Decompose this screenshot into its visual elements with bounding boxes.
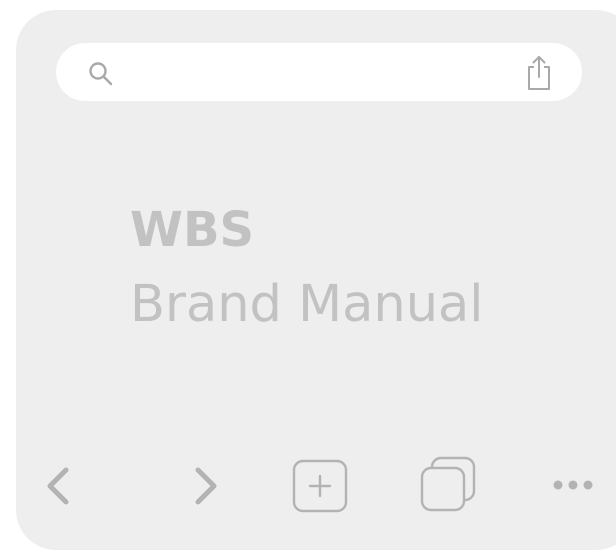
chevron-left-icon <box>47 467 69 505</box>
tabs-icon <box>420 456 476 512</box>
address-bar[interactable] <box>56 43 582 101</box>
plus-square-icon <box>292 459 348 513</box>
more-button[interactable] <box>548 470 602 500</box>
back-button[interactable] <box>40 458 76 514</box>
tabs-button[interactable] <box>418 454 480 514</box>
new-tab-button[interactable] <box>290 458 350 514</box>
forward-button[interactable] <box>188 458 224 514</box>
chevron-right-icon <box>195 467 217 505</box>
more-icon <box>553 480 593 490</box>
share-icon[interactable] <box>524 53 554 93</box>
search-icon[interactable] <box>86 59 116 89</box>
page-subtitle: Brand Manual <box>130 275 484 334</box>
page-title: WBS <box>130 202 255 258</box>
